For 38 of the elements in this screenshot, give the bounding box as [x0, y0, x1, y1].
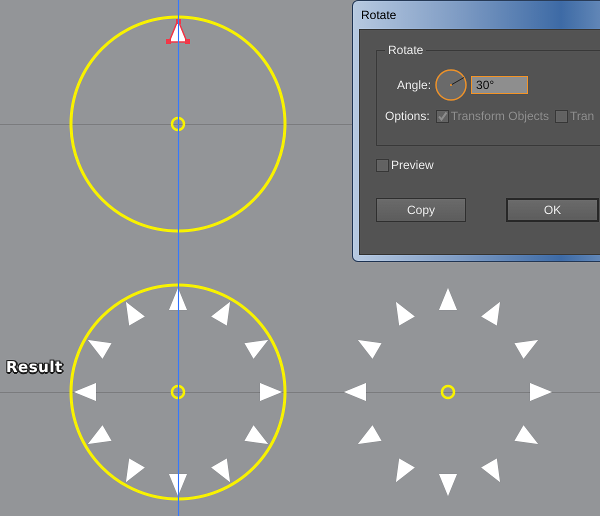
- triangle: [211, 458, 230, 482]
- triangle: [88, 425, 112, 444]
- group-title: Rotate: [385, 43, 426, 57]
- triangle: [514, 340, 538, 359]
- triangle: [74, 383, 96, 401]
- triangle: [396, 458, 415, 482]
- triangle: [244, 425, 268, 444]
- dialog-button[interactable]: Copy: [376, 198, 466, 222]
- triangle: [439, 288, 457, 310]
- result-label: Result: [6, 358, 63, 376]
- angle-dial[interactable]: [435, 69, 468, 101]
- selected-triangle: [166, 18, 190, 44]
- dialog-button[interactable]: OK: [506, 198, 599, 222]
- checkmark-icon: [436, 110, 448, 122]
- triangle: [358, 340, 382, 359]
- preview-checkbox[interactable]: Preview: [376, 158, 434, 172]
- triangle: [244, 340, 268, 359]
- center-point: [170, 384, 186, 400]
- triangle: [530, 383, 552, 401]
- triangle: [344, 383, 366, 401]
- triangle: [260, 383, 282, 401]
- triangle: [88, 340, 112, 359]
- window-title: Rotate: [361, 8, 396, 22]
- angle-label: Angle:: [397, 78, 432, 92]
- triangle: [358, 425, 382, 444]
- triangle: [481, 302, 500, 326]
- triangle: [126, 302, 145, 326]
- angle-field[interactable]: 30°: [471, 76, 528, 94]
- triangle: [481, 458, 500, 482]
- triangle: [169, 288, 187, 310]
- triangle: [169, 474, 187, 496]
- options-label: Options:: [385, 109, 430, 123]
- triangle: [126, 458, 145, 482]
- center-point: [170, 116, 186, 132]
- triangle: [396, 302, 415, 326]
- triangle: [439, 474, 457, 496]
- triangle: [211, 302, 230, 326]
- triangle: [514, 425, 538, 444]
